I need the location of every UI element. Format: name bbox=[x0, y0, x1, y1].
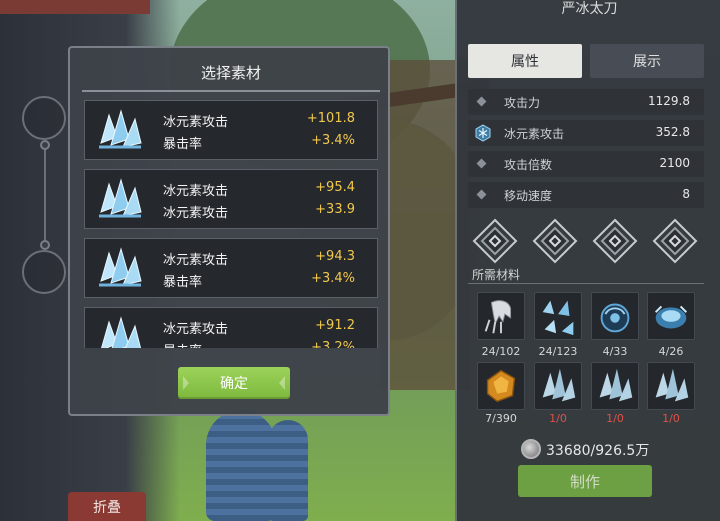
required-material-slot[interactable] bbox=[477, 292, 525, 340]
title-divider bbox=[82, 90, 380, 92]
material-value-secondary: +33.9 bbox=[315, 202, 355, 217]
material-count-insufficient: 1/0 bbox=[549, 412, 567, 425]
stat-value: 2100 bbox=[659, 156, 690, 170]
currency-amount: 33680/926.5万 bbox=[546, 443, 650, 459]
required-material-slot[interactable] bbox=[591, 292, 639, 340]
weapon-slot-icon[interactable] bbox=[22, 96, 66, 140]
stat-row-attack: 攻击力 1129.8 bbox=[468, 89, 704, 115]
required-material-slot[interactable] bbox=[477, 362, 525, 410]
empty-gem-socket-icon[interactable] bbox=[472, 218, 518, 264]
ice-crystal-material-icon bbox=[599, 368, 633, 402]
material-count-insufficient: 1/0 bbox=[606, 412, 624, 425]
material-stat-primary: 冰元素攻击 bbox=[163, 184, 229, 199]
material-stat-primary: 冰元素攻击 bbox=[163, 322, 229, 337]
frost-orb-material-icon bbox=[600, 303, 630, 333]
material-item[interactable]: 冰元素攻击 +95.4 冰元素攻击 +33.9 bbox=[84, 169, 378, 229]
required-material-slot[interactable] bbox=[534, 292, 582, 340]
ice-crystal-material-icon bbox=[655, 368, 689, 402]
empty-gem-socket-icon[interactable] bbox=[592, 218, 638, 264]
stat-row-move-speed: 移动速度 8 bbox=[468, 182, 704, 208]
ice-crystal-icon bbox=[99, 109, 142, 149]
material-value-secondary: +3.4% bbox=[311, 271, 355, 286]
tab-attributes[interactable]: 属性 bbox=[468, 44, 582, 78]
required-material-slot[interactable] bbox=[534, 362, 582, 410]
stat-label: 攻击倍数 bbox=[504, 158, 553, 172]
material-value-primary: +95.4 bbox=[315, 180, 355, 195]
diamond-bullet-icon bbox=[476, 96, 487, 107]
material-count: 4/33 bbox=[602, 345, 628, 358]
confirm-button[interactable]: 确定 bbox=[178, 367, 290, 399]
ice-crystal-material-icon bbox=[542, 368, 576, 402]
ice-core-material-icon bbox=[654, 305, 688, 329]
stat-value: 352.8 bbox=[655, 125, 690, 139]
craft-button[interactable]: 制作 bbox=[518, 465, 652, 497]
material-count: 24/102 bbox=[481, 345, 521, 358]
dialog-title: 选择素材 bbox=[200, 64, 261, 82]
material-stat-secondary: 冰元素攻击 bbox=[163, 206, 229, 221]
tab-showcase[interactable]: 展示 bbox=[590, 44, 704, 78]
stat-row-ice-attack: 冰元素攻击 352.8 bbox=[468, 120, 704, 146]
left-panel-header bbox=[0, 0, 150, 14]
material-count-insufficient: 1/0 bbox=[662, 412, 680, 425]
character-leg bbox=[206, 410, 276, 521]
empty-gem-socket-icon[interactable] bbox=[532, 218, 578, 264]
diamond-bullet-icon bbox=[476, 189, 487, 200]
diamond-bullet-icon bbox=[476, 158, 487, 169]
weapon-slot-icon[interactable] bbox=[22, 250, 66, 294]
material-stat-primary: 冰元素攻击 bbox=[163, 253, 229, 268]
material-item[interactable]: 冰元素攻击 +101.8 暴击率 +3.4% bbox=[84, 100, 378, 160]
required-material-slot[interactable] bbox=[591, 362, 639, 410]
confirm-button-label: 确定 bbox=[220, 376, 248, 392]
material-list[interactable]: 冰元素攻击 +101.8 暴击率 +3.4% 冰元素攻击 +95.4 冰元素攻击… bbox=[84, 100, 378, 348]
material-stat-secondary: 暴击率 bbox=[163, 340, 202, 348]
material-stat-primary: 冰元素攻击 bbox=[163, 115, 229, 130]
stat-value: 1129.8 bbox=[648, 94, 690, 108]
ice-crystal-icon bbox=[101, 316, 142, 348]
claw-material-icon bbox=[484, 300, 512, 334]
gem-socket-row bbox=[468, 212, 704, 268]
material-value-secondary: +3.2% bbox=[311, 340, 355, 348]
amber-ore-material-icon bbox=[486, 369, 516, 403]
fold-button[interactable]: 折叠 bbox=[68, 492, 146, 521]
ice-crystal-icon bbox=[99, 178, 142, 218]
required-material-slot[interactable] bbox=[647, 292, 695, 340]
snowflake-icon bbox=[475, 124, 491, 142]
material-item[interactable]: 冰元素攻击 +94.3 暴击率 +3.4% bbox=[84, 238, 378, 298]
select-material-dialog: 选择素材 冰元素攻击 +101.8 暴击率 +3.4% 冰元素攻击 +95.4 bbox=[68, 46, 390, 416]
material-count: 4/26 bbox=[658, 345, 684, 358]
slot-connector bbox=[44, 144, 46, 244]
ice-crystal-icon bbox=[99, 247, 142, 287]
material-value-primary: +101.8 bbox=[306, 111, 355, 126]
character-leg bbox=[268, 420, 308, 521]
slot-node bbox=[40, 140, 50, 150]
button-notch-decoration bbox=[183, 376, 189, 390]
coin-icon bbox=[521, 439, 541, 459]
button-notch-decoration bbox=[279, 376, 285, 390]
material-value-primary: +94.3 bbox=[315, 249, 355, 264]
required-material-slot[interactable] bbox=[647, 362, 695, 410]
material-count: 24/123 bbox=[538, 345, 578, 358]
required-materials-label: 所需材料 bbox=[472, 268, 521, 282]
stat-row-attack-multiplier: 攻击倍数 2100 bbox=[468, 151, 704, 177]
material-stat-secondary: 暴击率 bbox=[163, 275, 203, 290]
stat-label: 冰元素攻击 bbox=[504, 127, 565, 141]
material-value-primary: +91.2 bbox=[315, 318, 355, 333]
material-stat-secondary: 暴击率 bbox=[163, 137, 203, 152]
stat-value: 8 bbox=[682, 187, 690, 201]
stat-label: 攻击力 bbox=[504, 96, 541, 110]
weapon-name: 严冰太刀 bbox=[561, 1, 618, 17]
required-materials-divider bbox=[468, 283, 704, 284]
empty-gem-socket-icon[interactable] bbox=[652, 218, 698, 264]
material-value-secondary: +3.4% bbox=[311, 133, 355, 148]
material-item[interactable]: 冰元素攻击 +91.2 暴击率 +3.2% bbox=[84, 307, 378, 348]
ice-shard-material-icon bbox=[542, 300, 574, 336]
stat-label: 移动速度 bbox=[504, 189, 553, 203]
slot-node bbox=[40, 240, 50, 250]
material-count: 7/390 bbox=[485, 412, 517, 425]
